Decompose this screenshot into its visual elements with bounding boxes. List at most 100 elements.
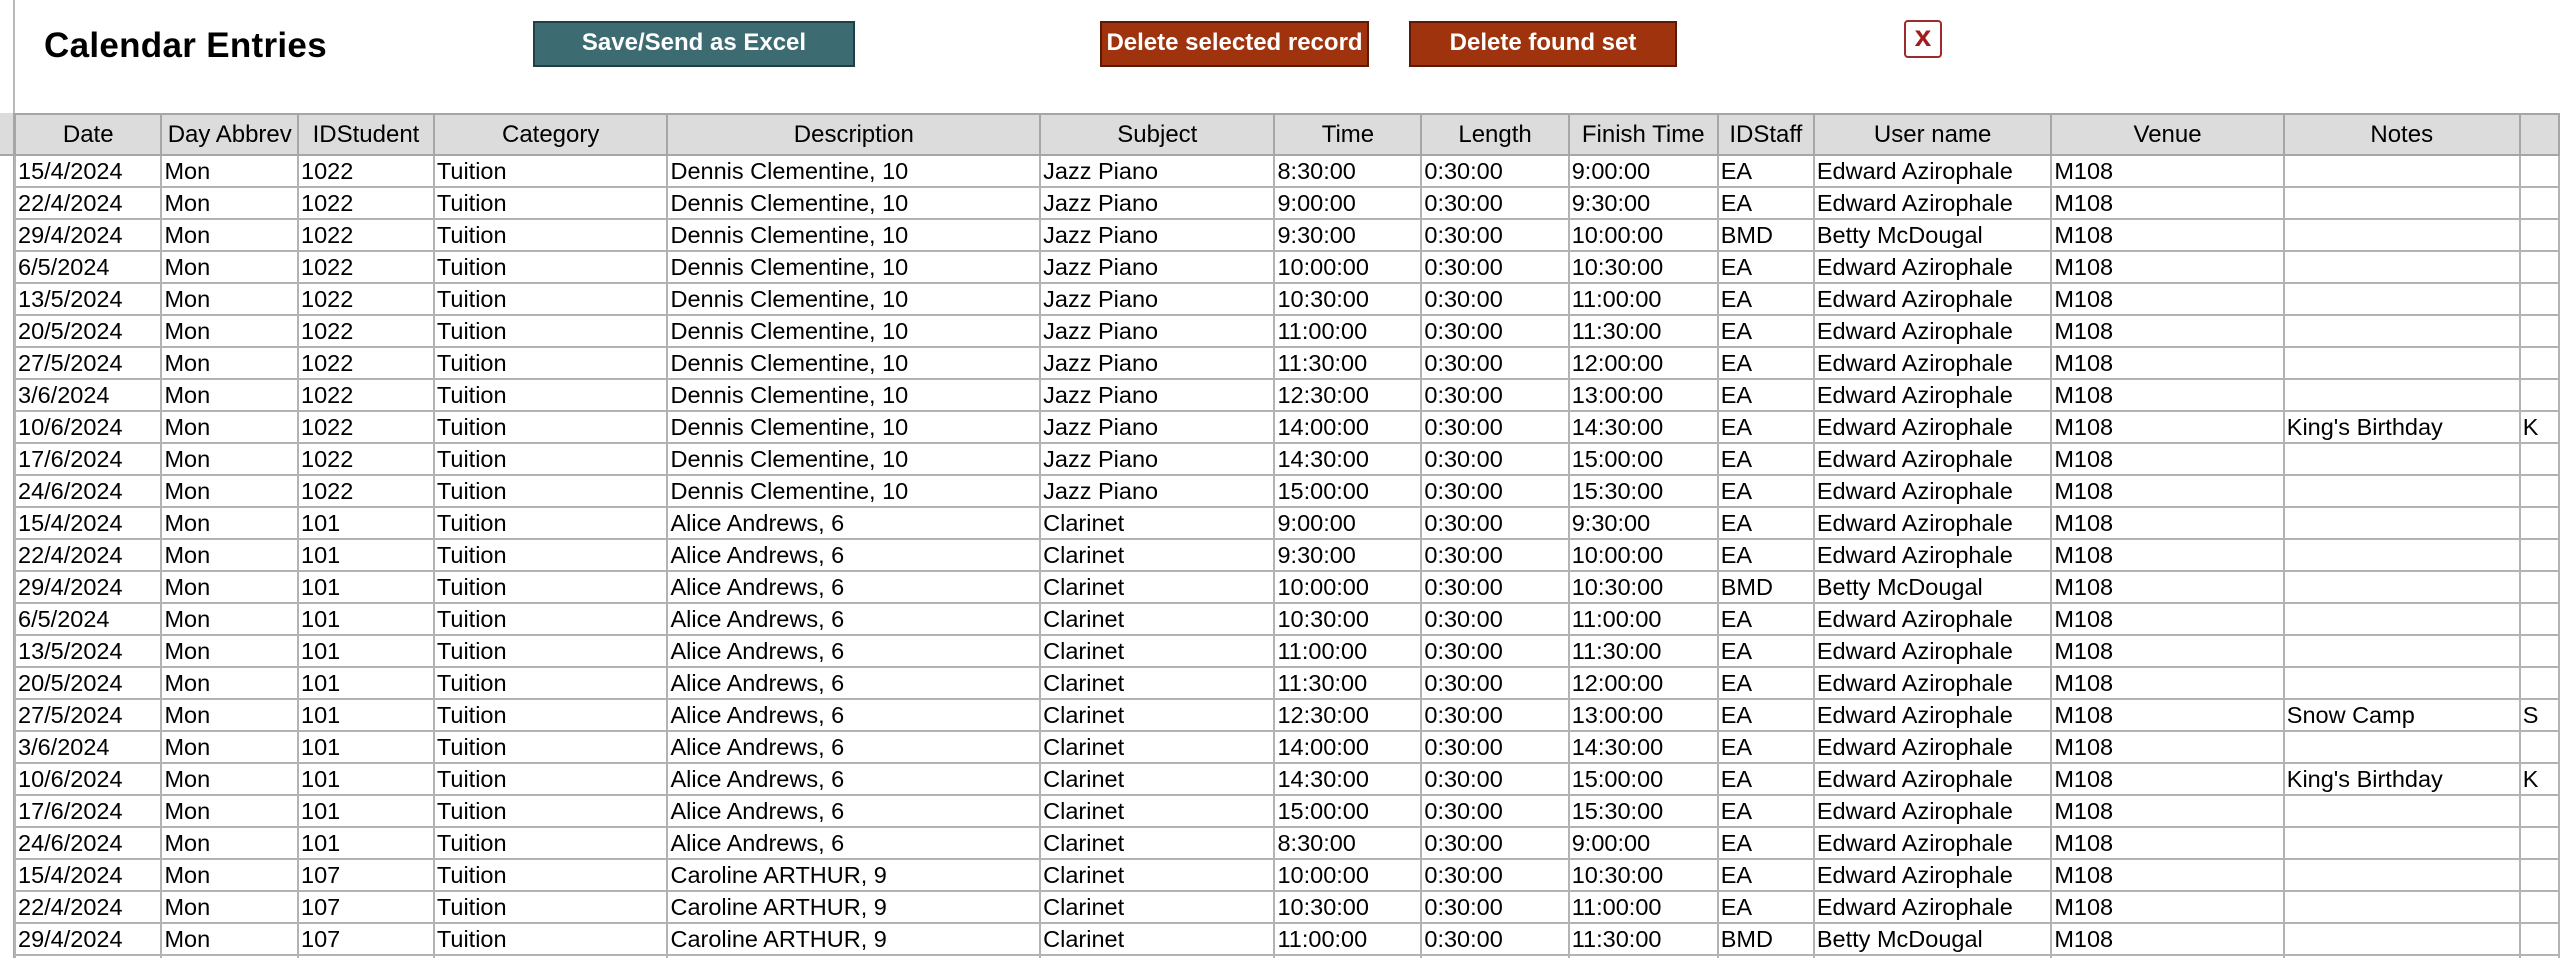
table-cell[interactable]: Dennis Clementine, 10 <box>666 378 1042 412</box>
table-cell[interactable]: Jazz Piano <box>1039 186 1276 220</box>
table-cell[interactable]: Betty McDougal <box>1812 218 2053 252</box>
table-cell[interactable]: 107 <box>297 858 435 892</box>
table-cell[interactable]: 17/6/2024 <box>13 794 163 828</box>
table-cell[interactable]: 9:30:00 <box>1567 506 1719 540</box>
table-cell[interactable]: M108 <box>2050 378 2285 412</box>
table-cell[interactable]: M108 <box>2050 410 2285 444</box>
table-cell[interactable]: BMD <box>1716 922 1815 956</box>
table-cell[interactable]: Tuition <box>432 922 669 956</box>
table-cell[interactable]: Edward Azirophale <box>1812 154 2053 188</box>
column-header-finish-time[interactable]: Finish Time <box>1567 113 1719 156</box>
table-cell[interactable]: Mon <box>160 730 300 764</box>
table-cell[interactable]: 15:00:00 <box>1273 474 1423 508</box>
table-cell[interactable]: Mon <box>160 346 300 380</box>
table-cell[interactable]: EA <box>1716 410 1815 444</box>
table-cell[interactable]: Jazz Piano <box>1039 154 1276 188</box>
table-cell[interactable]: Betty McDougal <box>1812 922 2053 956</box>
table-cell[interactable]: Edward Azirophale <box>1812 506 2053 540</box>
table-cell[interactable]: Clarinet <box>1039 794 1276 828</box>
table-cell[interactable]: M108 <box>2050 506 2285 540</box>
table-cell[interactable] <box>2282 474 2521 508</box>
table-cell[interactable]: Dennis Clementine, 10 <box>666 218 1042 252</box>
table-cell[interactable]: EA <box>1716 186 1815 220</box>
close-icon[interactable]: x <box>1904 20 1942 58</box>
table-cell[interactable]: 10/6/2024 <box>13 410 163 444</box>
table-cell[interactable]: Mon <box>160 506 300 540</box>
table-cell[interactable]: K <box>2518 410 2560 444</box>
data-grid[interactable]: Date Day Abbrev IDStudent Category Descripti… <box>0 113 2560 958</box>
table-cell[interactable]: Jazz Piano <box>1039 474 1276 508</box>
table-cell[interactable]: Dennis Clementine, 10 <box>666 250 1042 284</box>
table-cell[interactable]: M108 <box>2050 890 2285 924</box>
table-cell[interactable]: Alice Andrews, 6 <box>666 538 1042 572</box>
table-cell[interactable]: Dennis Clementine, 10 <box>666 154 1042 188</box>
table-row[interactable]: 20/5/2024 Mon 1022 Tuition Dennis Clementine… <box>13 314 2560 348</box>
table-cell[interactable]: Jazz Piano <box>1039 282 1276 316</box>
table-cell[interactable]: 14:30:00 <box>1273 442 1423 476</box>
table-cell[interactable] <box>2518 218 2560 252</box>
table-cell[interactable]: Tuition <box>432 762 669 796</box>
table-cell[interactable]: 0:30:00 <box>1420 218 1570 252</box>
column-header-time[interactable]: Time <box>1273 113 1423 156</box>
table-cell[interactable]: 0:30:00 <box>1420 762 1570 796</box>
save-excel-button[interactable]: Save/Send as Excel <box>533 21 855 67</box>
table-cell[interactable] <box>2518 378 2560 412</box>
table-cell[interactable]: Edward Azirophale <box>1812 282 2053 316</box>
table-cell[interactable]: EA <box>1716 826 1815 860</box>
table-cell[interactable]: Tuition <box>432 858 669 892</box>
table-cell[interactable]: EA <box>1716 538 1815 572</box>
table-cell[interactable]: Tuition <box>432 794 669 828</box>
table-cell[interactable]: M108 <box>2050 634 2285 668</box>
table-cell[interactable]: Clarinet <box>1039 666 1276 700</box>
table-cell[interactable] <box>2282 218 2521 252</box>
table-cell[interactable]: 15:00:00 <box>1567 762 1719 796</box>
table-cell[interactable]: Mon <box>160 826 300 860</box>
table-cell[interactable]: 29/4/2024 <box>13 218 163 252</box>
table-cell[interactable]: 11:00:00 <box>1567 890 1719 924</box>
table-cell[interactable]: Edward Azirophale <box>1812 826 2053 860</box>
table-cell[interactable]: BMD <box>1716 570 1815 604</box>
table-cell[interactable]: Caroline ARTHUR, 9 <box>666 922 1042 956</box>
table-cell[interactable]: 0:30:00 <box>1420 730 1570 764</box>
table-cell[interactable]: 20/5/2024 <box>13 666 163 700</box>
table-cell[interactable]: 22/4/2024 <box>13 890 163 924</box>
table-cell[interactable]: 13:00:00 <box>1567 378 1719 412</box>
table-cell[interactable]: Tuition <box>432 250 669 284</box>
table-cell[interactable]: Clarinet <box>1039 890 1276 924</box>
table-cell[interactable]: Mon <box>160 154 300 188</box>
table-cell[interactable] <box>2282 730 2521 764</box>
table-cell[interactable]: 0:30:00 <box>1420 474 1570 508</box>
table-cell[interactable]: 11:30:00 <box>1567 634 1719 668</box>
table-cell[interactable]: EA <box>1716 698 1815 732</box>
table-cell[interactable]: 9:00:00 <box>1567 154 1719 188</box>
table-cell[interactable]: Edward Azirophale <box>1812 794 2053 828</box>
table-cell[interactable]: Tuition <box>432 154 669 188</box>
table-cell[interactable]: 14:00:00 <box>1273 730 1423 764</box>
table-cell[interactable]: King's Birthday <box>2282 762 2521 796</box>
table-cell[interactable]: EA <box>1716 474 1815 508</box>
table-cell[interactable]: 11:00:00 <box>1567 602 1719 636</box>
table-cell[interactable]: Dennis Clementine, 10 <box>666 282 1042 316</box>
table-cell[interactable]: 3/6/2024 <box>13 378 163 412</box>
table-row[interactable]: 22/4/2024 Mon 107 Tuition Caroline ARTHUR, 9… <box>13 890 2560 924</box>
table-cell[interactable]: 107 <box>297 890 435 924</box>
table-cell[interactable]: 101 <box>297 730 435 764</box>
table-cell[interactable]: 0:30:00 <box>1420 602 1570 636</box>
table-cell[interactable]: M108 <box>2050 538 2285 572</box>
table-cell[interactable]: Tuition <box>432 186 669 220</box>
table-cell[interactable]: 101 <box>297 570 435 604</box>
table-cell[interactable]: Tuition <box>432 698 669 732</box>
table-row[interactable]: 24/6/2024 Mon 101 Tuition Alice Andrews, 6 Cl… <box>13 826 2560 860</box>
table-cell[interactable]: 8:30:00 <box>1273 826 1423 860</box>
table-cell[interactable] <box>2282 282 2521 316</box>
table-cell[interactable] <box>2282 602 2521 636</box>
table-cell[interactable]: 1022 <box>297 250 435 284</box>
table-cell[interactable]: EA <box>1716 858 1815 892</box>
table-cell[interactable]: 101 <box>297 506 435 540</box>
table-row[interactable]: 15/4/2024 Mon 1022 Tuition Dennis Clementine… <box>13 154 2560 188</box>
table-cell[interactable]: M108 <box>2050 442 2285 476</box>
table-cell[interactable]: Mon <box>160 186 300 220</box>
table-cell[interactable]: Edward Azirophale <box>1812 410 2053 444</box>
table-cell[interactable]: EA <box>1716 602 1815 636</box>
table-cell[interactable]: Clarinet <box>1039 730 1276 764</box>
